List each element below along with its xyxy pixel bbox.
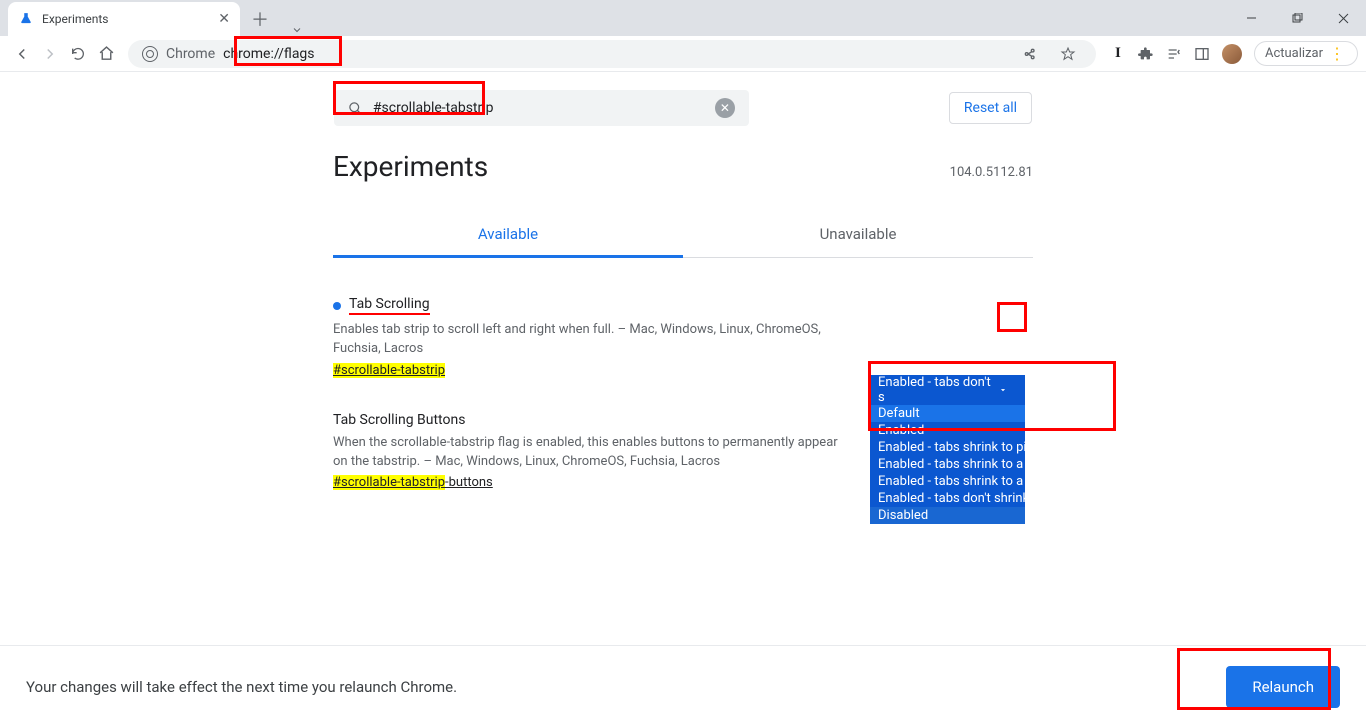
back-button[interactable]	[8, 40, 36, 68]
reading-list-icon[interactable]	[1160, 40, 1188, 68]
maximize-button[interactable]	[1274, 0, 1320, 36]
extension-i-icon[interactable]: I	[1104, 40, 1132, 68]
relaunch-button[interactable]: Relaunch	[1226, 666, 1340, 708]
side-panel-icon[interactable]	[1188, 40, 1216, 68]
tab-strip: Experiments ✕ ＋	[0, 0, 1366, 36]
tab-unavailable[interactable]: Unavailable	[683, 213, 1033, 257]
clear-search-icon[interactable]: ✕	[715, 98, 735, 118]
toolbar: Chrome chrome://flags I Actualizar ⋮	[0, 36, 1366, 72]
omnibox[interactable]: Chrome chrome://flags	[128, 40, 1096, 68]
forward-button[interactable]	[36, 40, 64, 68]
reload-button[interactable]	[64, 40, 92, 68]
window-controls	[1228, 0, 1366, 36]
flag-description: Enables tab strip to scroll left and rig…	[333, 321, 848, 359]
profile-avatar[interactable]	[1222, 44, 1242, 64]
flask-icon	[18, 11, 34, 27]
chrome-icon	[142, 46, 158, 62]
search-icon	[348, 101, 363, 116]
new-tab-button[interactable]: ＋	[246, 5, 274, 33]
home-button[interactable]	[92, 40, 120, 68]
modified-dot-icon	[333, 302, 341, 310]
tab-available[interactable]: Available	[333, 213, 683, 258]
relaunch-message: Your changes will take effect the next t…	[26, 678, 457, 696]
update-button[interactable]: Actualizar ⋮	[1254, 41, 1358, 66]
search-value: #scrollable-tabstrip	[373, 100, 715, 116]
flag-title: Tab Scrolling	[349, 296, 430, 315]
tabs: Available Unavailable	[333, 213, 1033, 258]
share-icon[interactable]	[1016, 40, 1044, 68]
update-label: Actualizar	[1265, 46, 1323, 61]
select-current[interactable]: Enabled - tabs don't s	[870, 375, 1025, 405]
select-option[interactable]: Enabled - tabs shrink to a large width	[870, 473, 1025, 490]
flag-item: Tab Scrolling Enables tab strip to scrol…	[333, 296, 1033, 378]
flag-description: When the scrollable-tabstrip flag is ena…	[333, 434, 848, 472]
browser-tab[interactable]: Experiments ✕	[8, 2, 240, 36]
select-option[interactable]: Default	[870, 405, 1025, 422]
select-dropdown: Default Enabled Enabled - tabs shrink to…	[870, 405, 1025, 524]
flag-anchor-link[interactable]: #scrollable-tabstrip-buttons	[333, 475, 493, 490]
reset-all-button[interactable]: Reset all	[949, 92, 1032, 124]
flag-select[interactable]: Enabled - tabs don't s Default Enabled E…	[870, 375, 1025, 524]
tab-title: Experiments	[42, 12, 109, 26]
bookmark-star-icon[interactable]	[1054, 40, 1082, 68]
flag-title: Tab Scrolling Buttons	[333, 412, 465, 428]
omnibox-prefix: Chrome	[166, 46, 215, 62]
version-label: 104.0.5112.81	[950, 165, 1033, 180]
flag-anchor-link[interactable]: #scrollable-tabstrip	[333, 363, 445, 378]
omnibox-url: chrome://flags	[223, 46, 314, 62]
minimize-button[interactable]	[1228, 0, 1274, 36]
select-option[interactable]: Enabled	[870, 422, 1025, 439]
select-option[interactable]: Enabled - tabs shrink to pinned tab widt…	[870, 439, 1025, 456]
flags-search[interactable]: #scrollable-tabstrip ✕	[334, 90, 749, 126]
select-option[interactable]: Disabled	[870, 507, 1025, 524]
page-content: #scrollable-tabstrip ✕ Reset all Experim…	[0, 72, 1366, 490]
close-window-button[interactable]	[1320, 0, 1366, 36]
extensions-icon[interactable]	[1132, 40, 1160, 68]
select-option[interactable]: Enabled - tabs don't shrink	[870, 490, 1025, 507]
page-title: Experiments	[333, 150, 488, 183]
tab-search-icon[interactable]	[274, 24, 320, 36]
chevron-down-icon	[998, 385, 1017, 395]
select-option[interactable]: Enabled - tabs shrink to a medium width	[870, 456, 1025, 473]
close-icon[interactable]: ✕	[218, 11, 230, 27]
relaunch-bar: Your changes will take effect the next t…	[0, 645, 1366, 728]
